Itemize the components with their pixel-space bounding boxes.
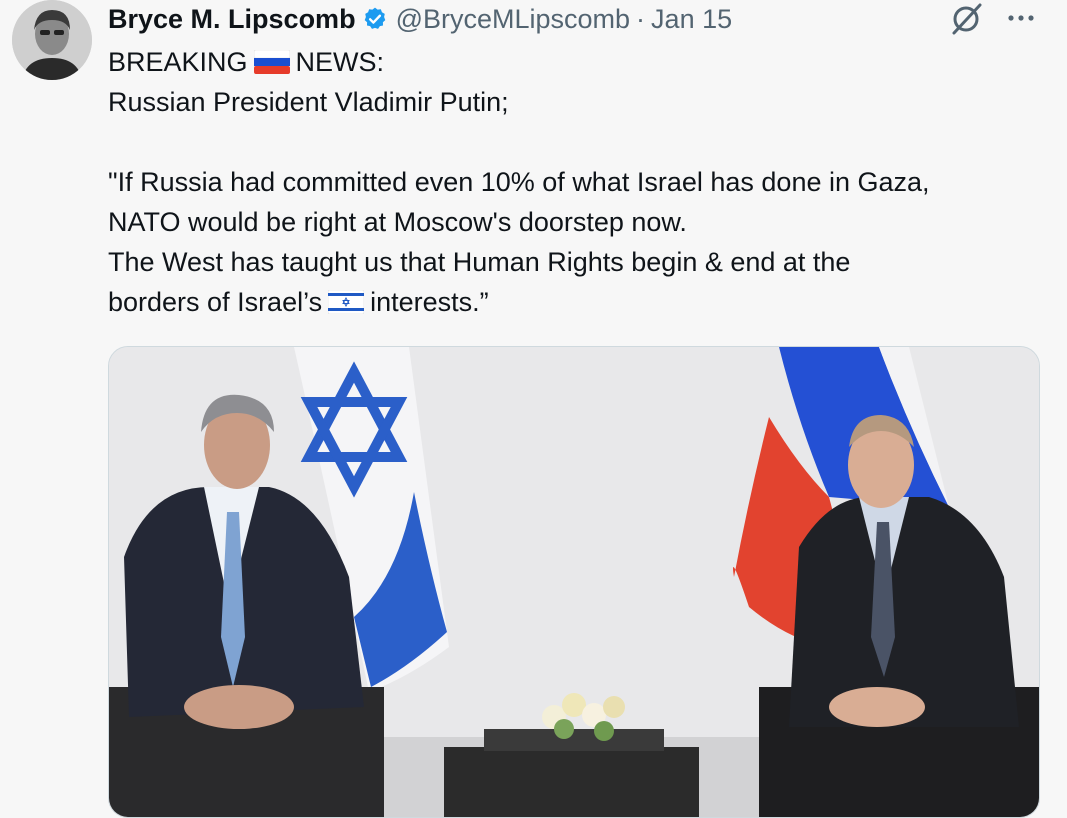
avatar[interactable] — [12, 0, 92, 80]
avatar-image — [12, 0, 92, 80]
tweet-text-segment: BREAKING — [108, 47, 248, 77]
tweet-line: NATO would be right at Moscow's doorstep… — [108, 207, 687, 237]
tweet-line: The West has taught us that Human Rights… — [108, 247, 851, 277]
tweet-header: Bryce M. Lipscomb @BryceMLipscomb · Jan … — [108, 2, 1067, 36]
grok-icon[interactable] — [948, 2, 984, 36]
tweet-text-segment: interests.” — [370, 287, 489, 317]
tweet-line: Russian President Vladimir Putin; — [108, 87, 509, 117]
tweet-line — [108, 122, 1048, 162]
tweet-text: BREAKING NEWS: Russian President Vladimi… — [108, 42, 1048, 322]
tweet-media-photo[interactable] — [108, 346, 1040, 818]
tweet-date[interactable]: Jan 15 — [651, 4, 732, 35]
tweet-line: "If Russia had committed even 10% of wha… — [108, 167, 930, 197]
russia-flag-icon — [253, 45, 290, 74]
meeting-photo — [109, 347, 1039, 817]
separator-dot: · — [636, 3, 646, 34]
verified-badge-icon — [362, 6, 388, 32]
tweet-text-segment: NEWS: — [295, 47, 385, 77]
tweet-line: borders of Israel’s interests.” — [108, 282, 1048, 322]
tweet-line: BREAKING NEWS: — [108, 42, 1048, 82]
author-name[interactable]: Bryce M. Lipscomb — [108, 4, 356, 35]
israel-flag-icon — [327, 285, 365, 315]
author-handle[interactable]: @BryceMLipscomb — [396, 4, 630, 35]
more-options-icon[interactable] — [1004, 4, 1038, 32]
tweet-text-segment: borders of Israel’s — [108, 287, 323, 317]
